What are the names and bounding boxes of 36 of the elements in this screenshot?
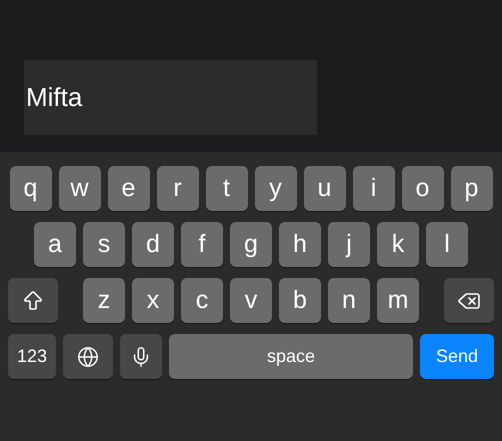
letter-key[interactable]: v [230, 278, 272, 323]
delete-key[interactable] [444, 278, 494, 323]
letter-key[interactable]: h [279, 222, 321, 267]
letter-key[interactable]: m [377, 278, 419, 323]
letter-key[interactable]: l [426, 222, 468, 267]
letter-key[interactable]: b [279, 278, 321, 323]
letter-key[interactable]: f [181, 222, 223, 267]
letter-key[interactable]: x [132, 278, 174, 323]
letter-key[interactable]: u [304, 166, 346, 211]
letter-key[interactable]: t [206, 166, 248, 211]
letter-key[interactable]: k [377, 222, 419, 267]
shift-key[interactable] [8, 278, 58, 323]
letter-key[interactable]: c [181, 278, 223, 323]
globe-icon [77, 346, 99, 368]
letter-key[interactable]: z [83, 278, 125, 323]
text-field[interactable]: Mifta [24, 60, 317, 135]
letter-key[interactable]: a [34, 222, 76, 267]
letter-key[interactable]: q [10, 166, 52, 211]
letter-key[interactable]: s [83, 222, 125, 267]
shift-icon [21, 288, 45, 312]
letter-key[interactable]: g [230, 222, 272, 267]
letter-key[interactable]: o [402, 166, 444, 211]
letter-key[interactable]: d [132, 222, 174, 267]
letter-key[interactable]: j [328, 222, 370, 267]
letter-key[interactable]: y [254, 166, 296, 211]
letter-key[interactable]: w [58, 166, 100, 211]
send-button[interactable]: Send [420, 334, 494, 379]
letter-key[interactable]: e [108, 166, 150, 211]
globe-key[interactable] [63, 334, 113, 379]
space-bar[interactable]: space [169, 334, 413, 379]
letter-key[interactable]: i [352, 166, 394, 211]
letter-key[interactable]: p [450, 166, 492, 211]
letter-key[interactable]: n [328, 278, 370, 323]
dictation-key[interactable] [120, 334, 162, 379]
letter-key[interactable]: r [156, 166, 198, 211]
numbers-key[interactable]: 123 [8, 334, 56, 379]
